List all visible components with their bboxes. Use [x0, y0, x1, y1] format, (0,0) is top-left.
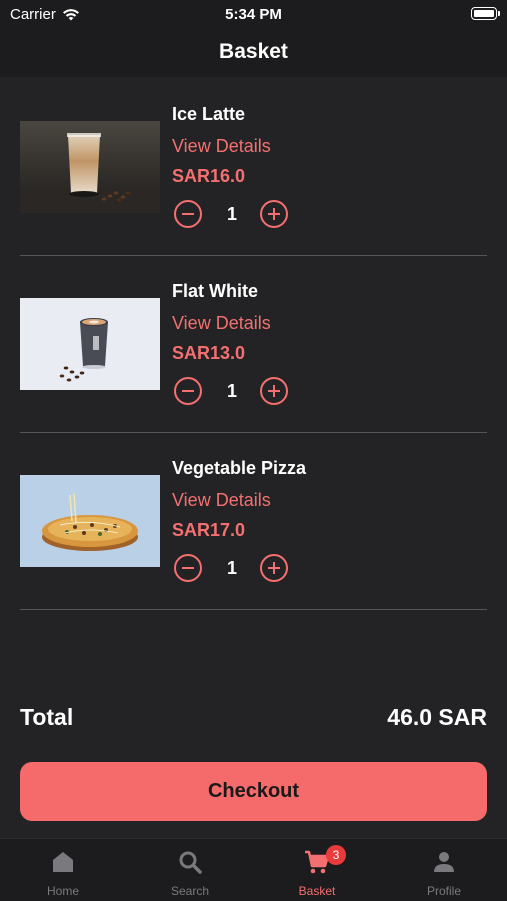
- page-title: Basket: [219, 40, 288, 63]
- view-details-link[interactable]: View Details: [172, 136, 271, 157]
- quantity-value: 1: [226, 558, 237, 578]
- tab-basket[interactable]: 3 Basket: [254, 839, 380, 901]
- item-divider: [20, 255, 487, 256]
- item-image-ice-latte: [20, 121, 160, 213]
- status-time: 5:34 PM: [225, 6, 282, 23]
- basket-item-flat-white: Flat White View Details SAR13.0 1: [20, 277, 487, 454]
- item-name: Ice Latte: [172, 104, 246, 124]
- status-bar: Carrier 5:34 PM: [0, 0, 507, 30]
- quantity-value: 1: [226, 381, 237, 401]
- quantity-stepper: 1: [172, 200, 297, 236]
- search-icon: [179, 851, 202, 874]
- item-image-flat-white: [20, 298, 160, 390]
- item-divider: [20, 432, 487, 433]
- increase-quantity-button[interactable]: [260, 377, 288, 405]
- tab-label: Search: [170, 884, 210, 898]
- increase-quantity-button[interactable]: [260, 554, 288, 582]
- tab-label: Profile: [426, 884, 461, 898]
- home-icon: [53, 852, 73, 872]
- minus-icon: [182, 212, 194, 216]
- item-image-vegetable-pizza: [20, 475, 160, 567]
- increase-quantity-button[interactable]: [260, 200, 288, 228]
- tab-profile[interactable]: Profile: [381, 839, 507, 901]
- minus-icon: [182, 566, 194, 570]
- quantity-stepper: 1: [172, 377, 297, 413]
- quantity-value: 1: [226, 204, 237, 224]
- quantity-stepper: 1: [172, 554, 297, 590]
- profile-icon: [434, 852, 454, 872]
- nav-bar: Basket: [0, 30, 507, 77]
- total-value: 46.0 SAR: [387, 704, 487, 730]
- item-price: SAR16.0: [172, 166, 246, 186]
- total-label: Total: [20, 704, 74, 730]
- view-details-link[interactable]: View Details: [172, 313, 271, 334]
- item-divider: [20, 609, 487, 610]
- checkout-button[interactable]: Checkout: [20, 762, 487, 821]
- decrease-quantity-button[interactable]: [174, 377, 202, 405]
- decrease-quantity-button[interactable]: [174, 554, 202, 582]
- tab-label: Home: [46, 884, 79, 898]
- tab-bar: Home Search 3 Basket Profile: [0, 838, 507, 901]
- battery-icon: [471, 7, 500, 20]
- basket-item-ice-latte: Ice Latte View Details SAR16.0 1: [20, 100, 487, 277]
- decrease-quantity-button[interactable]: [174, 200, 202, 228]
- item-price: SAR13.0: [172, 343, 246, 363]
- basket-item-vegetable-pizza: Vegetable Pizza View Details SAR17.0 1: [20, 454, 487, 631]
- view-details-link[interactable]: View Details: [172, 490, 271, 511]
- tab-search[interactable]: Search: [127, 839, 253, 901]
- item-name: Flat White: [172, 281, 258, 301]
- cart-badge: 3: [326, 845, 346, 865]
- tab-label: Basket: [298, 884, 336, 898]
- item-price: SAR17.0: [172, 520, 246, 540]
- tab-home[interactable]: Home: [0, 839, 126, 901]
- minus-icon: [182, 389, 194, 393]
- item-name: Vegetable Pizza: [172, 458, 307, 478]
